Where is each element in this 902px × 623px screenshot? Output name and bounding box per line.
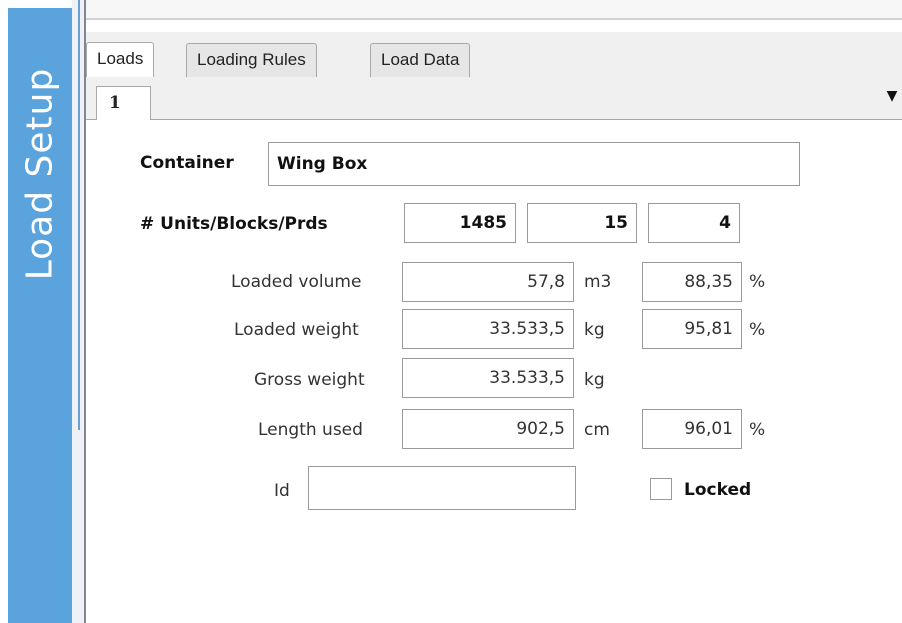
length-used-unit: cm xyxy=(584,420,610,440)
loaded-volume-label: Loaded volume xyxy=(231,272,362,292)
gross-weight-label: Gross weight xyxy=(254,370,365,390)
loaded-weight-unit: kg xyxy=(584,320,605,340)
id-field[interactable] xyxy=(308,466,576,510)
side-panel[interactable]: Load Setup xyxy=(8,8,73,623)
units-blocks-prds-label: # Units/Blocks/Prds xyxy=(140,214,328,234)
locked-label[interactable]: Locked xyxy=(684,480,751,500)
loaded-volume-field[interactable]: 57,8 xyxy=(402,262,574,302)
chevron-down-icon[interactable]: ▼ xyxy=(882,86,902,106)
length-used-field[interactable]: 902,5 xyxy=(402,409,574,449)
prds-field[interactable]: 4 xyxy=(648,203,740,243)
id-label: Id xyxy=(274,481,290,501)
loaded-weight-percent-sign: % xyxy=(749,320,766,340)
tab-loads[interactable]: Loads xyxy=(86,42,155,78)
top-strip xyxy=(86,0,902,20)
gross-weight-field[interactable]: 33.533,5 xyxy=(402,358,574,398)
side-panel-title-wrap: Load Setup xyxy=(8,54,72,294)
gross-weight-unit: kg xyxy=(584,370,605,390)
tab-loading-rules[interactable]: Loading Rules xyxy=(186,43,317,77)
loaded-volume-unit: m3 xyxy=(584,272,612,292)
length-used-label: Length used xyxy=(258,420,363,440)
tab-load-data[interactable]: Load Data xyxy=(370,43,471,77)
units-field[interactable]: 1485 xyxy=(404,203,516,243)
loaded-weight-label: Loaded weight xyxy=(234,320,359,340)
loaded-weight-percent-field[interactable]: 95,81 xyxy=(642,309,742,349)
sub-tab-bar xyxy=(86,77,902,120)
length-used-percent-sign: % xyxy=(749,420,766,440)
length-used-percent-field[interactable]: 96,01 xyxy=(642,409,742,449)
subtab-1[interactable]: 1 xyxy=(96,86,151,120)
loaded-volume-percent-sign: % xyxy=(749,272,766,292)
container-label: Container xyxy=(140,153,234,173)
splitter-highlight xyxy=(78,0,80,430)
blocks-field[interactable]: 15 xyxy=(527,203,637,243)
loaded-volume-percent-field[interactable]: 88,35 xyxy=(642,262,742,302)
locked-checkbox[interactable] xyxy=(650,478,672,500)
side-panel-title: Load Setup xyxy=(19,67,61,281)
loaded-weight-field[interactable]: 33.533,5 xyxy=(402,309,574,349)
container-field[interactable]: Wing Box xyxy=(268,142,800,186)
